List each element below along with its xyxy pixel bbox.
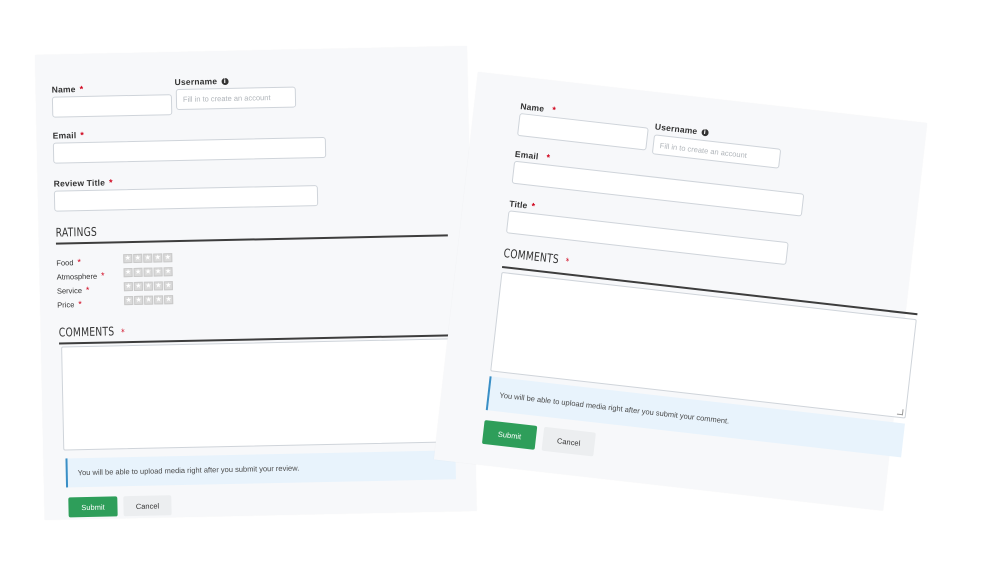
star-icon[interactable]: ★ — [123, 268, 133, 278]
resize-handle[interactable] — [896, 408, 904, 416]
rating-label-price: Price * — [57, 299, 82, 310]
info-icon[interactable]: i — [700, 128, 709, 137]
star-icon[interactable]: ★ — [154, 295, 164, 305]
star-icon[interactable]: ★ — [164, 295, 174, 305]
username-input[interactable]: Fill in to create an account — [651, 134, 782, 169]
required-marker: * — [530, 200, 536, 212]
required-marker: * — [108, 177, 113, 188]
star-icon[interactable]: ★ — [143, 281, 153, 291]
star-icon[interactable]: ★ — [123, 282, 133, 292]
name-label: Name * — [51, 83, 84, 95]
rating-stars-price[interactable]: ★ ★ ★ ★ ★ — [124, 295, 174, 306]
email-input[interactable] — [511, 160, 805, 217]
rating-label-service: Service * — [56, 284, 90, 296]
rating-stars-atmosphere[interactable]: ★ ★ ★ ★ ★ — [123, 267, 173, 278]
rating-label-food: Food * — [56, 257, 82, 268]
required-marker: * — [79, 83, 84, 95]
star-icon[interactable]: ★ — [144, 295, 154, 305]
username-input[interactable]: Fill in to create an account — [175, 86, 297, 111]
star-icon[interactable]: ★ — [163, 253, 173, 263]
email-input[interactable] — [52, 136, 327, 164]
star-icon[interactable]: ★ — [163, 267, 173, 277]
submit-button[interactable]: Submit — [68, 496, 118, 518]
ratings-heading: RATINGS — [55, 224, 98, 240]
star-icon[interactable]: ★ — [134, 295, 144, 305]
star-icon[interactable]: ★ — [133, 281, 143, 291]
star-icon[interactable]: ★ — [163, 281, 173, 291]
star-icon[interactable]: ★ — [143, 253, 153, 263]
star-icon[interactable]: ★ — [133, 267, 143, 277]
upload-notice: You will be able to upload media right a… — [65, 450, 456, 488]
submit-button[interactable]: Submit — [481, 419, 538, 450]
star-icon[interactable]: ★ — [133, 253, 143, 263]
star-icon[interactable]: ★ — [123, 254, 133, 264]
review-title-input[interactable] — [53, 185, 319, 212]
star-icon[interactable]: ★ — [153, 267, 163, 277]
email-label: Email * — [52, 129, 85, 141]
star-icon[interactable]: ★ — [153, 281, 163, 291]
review-title-label: Review Title * — [53, 177, 113, 189]
comments-textarea[interactable] — [61, 338, 454, 451]
review-form-card: Name * Username i Fill in to create an acc… — [35, 45, 477, 520]
cancel-button[interactable]: Cancel — [123, 495, 172, 517]
star-icon[interactable]: ★ — [153, 253, 163, 263]
name-input[interactable] — [51, 94, 173, 118]
rating-stars-food[interactable]: ★ ★ ★ ★ ★ — [123, 253, 173, 264]
title-label: Title * — [508, 198, 536, 212]
info-icon[interactable]: i — [221, 77, 229, 86]
rating-stars-service[interactable]: ★ ★ ★ ★ ★ — [123, 281, 173, 292]
ratings-divider — [55, 234, 448, 245]
required-marker: * — [545, 152, 551, 163]
cancel-button[interactable]: Cancel — [541, 426, 596, 457]
required-marker: * — [80, 129, 85, 141]
rating-label-atmosphere: Atmosphere * — [56, 270, 105, 282]
username-label: Username i — [174, 76, 229, 87]
star-icon[interactable]: ★ — [143, 267, 153, 277]
comment-form-card: Name * Username i Fill in to create an acc… — [433, 72, 928, 511]
comments-heading: COMMENTS * — [502, 246, 570, 268]
comments-heading: COMMENTS * — [58, 324, 126, 340]
required-marker: * — [551, 104, 557, 116]
star-icon[interactable]: ★ — [124, 295, 134, 306]
name-input[interactable] — [517, 112, 649, 151]
